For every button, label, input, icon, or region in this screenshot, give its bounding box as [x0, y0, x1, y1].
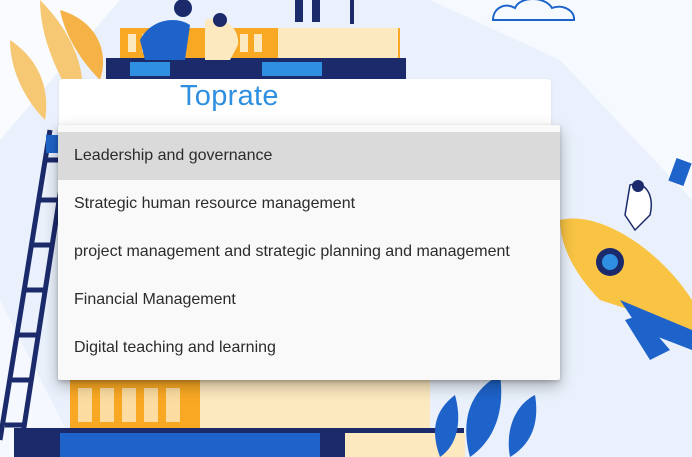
- option-strategic-hr-management[interactable]: Strategic human resource management: [58, 180, 560, 228]
- option-financial-management[interactable]: Financial Management: [58, 276, 560, 324]
- app-title: Toprate: [180, 80, 279, 112]
- course-dropdown-menu[interactable]: Leadership and governance Strategic huma…: [58, 125, 560, 380]
- bottom-books-stack: [14, 380, 465, 457]
- option-project-management-planning[interactable]: project management and strategic plannin…: [58, 228, 560, 276]
- option-digital-teaching-learning[interactable]: Digital teaching and learning: [58, 324, 560, 372]
- dropdown-option-list: Leadership and governance Strategic huma…: [58, 125, 560, 372]
- option-leadership-governance[interactable]: Leadership and governance: [58, 132, 560, 180]
